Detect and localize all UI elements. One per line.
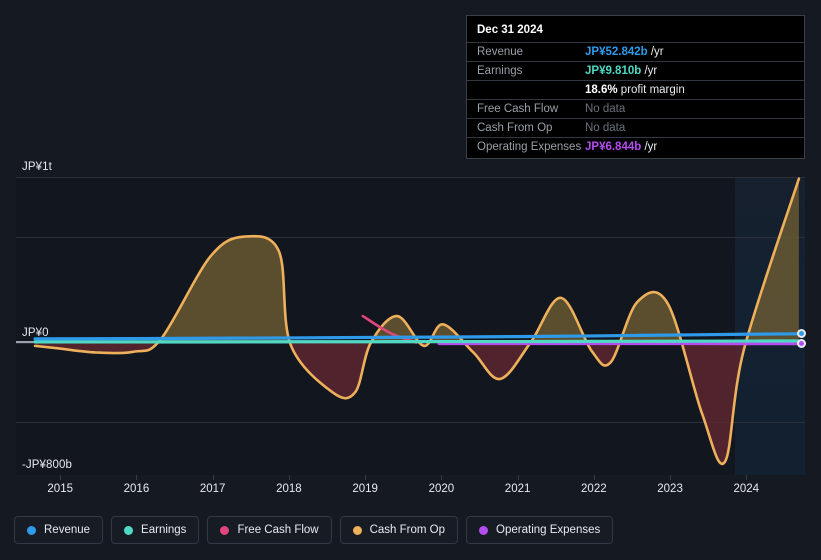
endpoint-marker-revenue (796, 329, 806, 339)
tooltip-row: 18.6% profit margin (467, 80, 804, 99)
data-tooltip: Dec 31 2024 Revenue JP¥52.842b /yr Earning… (466, 15, 805, 159)
financial-chart: JP¥1t JP¥0 -JP¥800b 2015 2016 2017 2018 2019 20… (0, 0, 821, 560)
tooltip-row: Earnings JP¥9.810b /yr (467, 61, 804, 80)
series-line-earnings (33, 339, 803, 344)
series-line-revenue (33, 332, 803, 341)
cash-from-op-negative-area (35, 342, 799, 464)
tooltip-row-label: Operating Expenses (477, 141, 582, 153)
endpoint-marker-operating-expenses (796, 339, 806, 349)
tooltip-row-value: JP¥6.844b /yr (585, 141, 658, 153)
tooltip-row-value: JP¥9.810b /yr (585, 65, 658, 77)
tooltip-row: Cash From Op No data (467, 118, 804, 137)
tooltip-row-value: JP¥52.842b /yr (585, 46, 664, 58)
tooltip-row: Free Cash Flow No data (467, 99, 804, 118)
tooltip-row-label: Revenue (477, 46, 524, 58)
series-line-cash-from-op (33, 177, 801, 466)
tooltip-row-label: Cash From Op (477, 122, 553, 134)
tooltip-row-value: No data (585, 122, 626, 134)
tooltip-row: Revenue JP¥52.842b /yr (467, 42, 804, 61)
tooltip-rows: Revenue JP¥52.842b /yr Earnings JP¥9.810b /… (467, 42, 804, 156)
tooltip-row-value: No data (585, 103, 626, 115)
tooltip-row-label: Earnings (477, 65, 523, 77)
tooltip-row-label: Free Cash Flow (477, 103, 559, 115)
tooltip-title: Dec 31 2024 (477, 24, 543, 36)
tooltip-row: Operating Expenses JP¥6.844b /yr (467, 137, 804, 156)
tooltip-row-value: 18.6% profit margin (585, 84, 685, 96)
cash-from-op-positive-area (157, 178, 799, 343)
